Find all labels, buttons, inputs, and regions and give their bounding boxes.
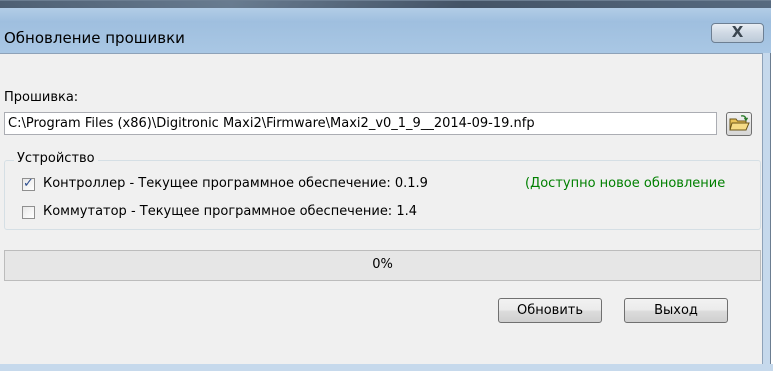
controller-update-note: (Доступно новое обновление	[525, 176, 726, 191]
switch-label: Коммутатор - Текущее программное обеспеч…	[43, 204, 417, 219]
exit-button[interactable]: Выход	[624, 298, 728, 323]
browse-button[interactable]	[726, 112, 752, 136]
window-title: Обновление прошивки	[4, 29, 185, 47]
device-group-legend: Устройство	[14, 151, 98, 166]
open-folder-icon	[729, 115, 750, 131]
firmware-label: Прошивка:	[4, 90, 79, 105]
switch-checkbox[interactable]	[22, 206, 35, 219]
progress-text: 0%	[372, 257, 393, 272]
dialog-window: Обновление прошивки X Прошивка: C:\Progr…	[0, 0, 771, 369]
title-bar[interactable]: Обновление прошивки X	[0, 1, 771, 53]
close-icon: X	[731, 23, 744, 41]
firmware-path-input[interactable]: C:\Program Files (x86)\Digitronic Maxi2\…	[4, 112, 717, 135]
device-groupbox	[4, 160, 761, 230]
progress-bar: 0%	[4, 250, 761, 281]
dialog-client-area: Прошивка: C:\Program Files (x86)\Digitro…	[0, 53, 763, 365]
controller-checkbox[interactable]	[22, 176, 35, 191]
title-bar-background-strip	[0, 1, 771, 8]
controller-label: Контроллер - Текущее программное обеспеч…	[43, 176, 428, 191]
close-button[interactable]: X	[711, 23, 764, 43]
window-bottom-border	[0, 364, 773, 371]
update-button[interactable]: Обновить	[498, 298, 602, 323]
